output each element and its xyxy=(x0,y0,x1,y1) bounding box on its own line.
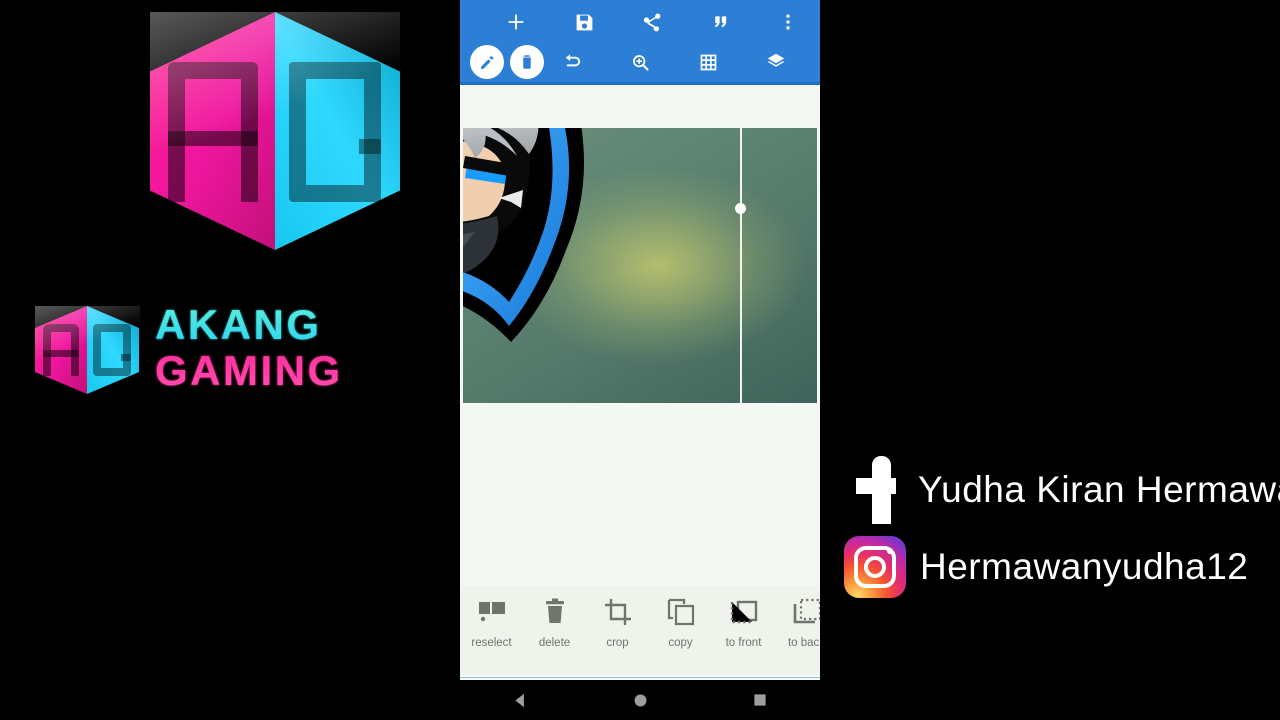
undo-button[interactable] xyxy=(538,41,606,83)
crop-icon xyxy=(604,593,632,631)
ag-hexagon-logo xyxy=(150,12,400,250)
action-to-back[interactable]: to back xyxy=(775,593,820,649)
save-button[interactable] xyxy=(550,2,618,42)
trash-icon xyxy=(543,593,567,631)
selection-handle-top[interactable] xyxy=(735,203,746,214)
nav-recents[interactable] xyxy=(743,683,777,717)
action-label: to back xyxy=(787,637,820,649)
grid-button[interactable] xyxy=(674,41,742,83)
reselect-icon xyxy=(478,593,506,631)
facebook-handle-row: Yudha Kiran Hermawan xyxy=(852,456,1280,524)
edit-button[interactable] xyxy=(468,41,506,83)
action-label: to front xyxy=(725,637,762,649)
object-action-bar: reselect delete crop copy to front to ba… xyxy=(460,585,820,675)
zoom-button[interactable] xyxy=(606,41,674,83)
to-front-icon xyxy=(730,593,758,631)
instagram-handle-row: Hermawanyudha12 xyxy=(844,536,1248,598)
nav-back[interactable] xyxy=(503,683,537,717)
layers-button[interactable] xyxy=(742,41,810,83)
action-label: copy xyxy=(668,637,693,649)
android-navigation-bar xyxy=(460,680,820,720)
phone-screen: reselect delete crop copy to front to ba… xyxy=(460,0,820,680)
instagram-handle-label: Hermawanyudha12 xyxy=(920,546,1249,587)
wordmark-line-akang: AKANG xyxy=(155,302,343,348)
facebook-handle-label: Yudha Kiran Hermawan xyxy=(918,469,1280,510)
quote-button[interactable] xyxy=(686,2,754,42)
branding-panel: AKANG GAMING xyxy=(0,0,460,720)
action-crop[interactable]: crop xyxy=(586,593,649,649)
overflow-menu-button[interactable] xyxy=(754,2,820,42)
share-button[interactable] xyxy=(618,2,686,42)
artboard[interactable] xyxy=(463,128,817,403)
action-label: delete xyxy=(538,637,571,649)
action-label: reselect xyxy=(471,637,512,649)
wordmark-hexagon-icon xyxy=(35,306,140,394)
brand-wordmark: AKANG GAMING xyxy=(35,300,425,400)
action-delete[interactable]: delete xyxy=(523,593,586,649)
logo-letter-g xyxy=(275,12,400,250)
action-label: crop xyxy=(606,637,629,649)
mascot-artwork xyxy=(463,128,584,342)
logo-letter-a xyxy=(150,12,275,250)
screenshot-root: AKANG GAMING Yudha Kiran Hermawan Hermaw… xyxy=(0,0,1280,720)
nav-home[interactable] xyxy=(623,683,657,717)
add-button[interactable] xyxy=(482,2,550,42)
app-toolbar xyxy=(460,0,820,85)
action-copy[interactable]: copy xyxy=(649,593,712,649)
facebook-icon xyxy=(852,456,904,524)
to-back-icon xyxy=(793,593,820,631)
copy-icon xyxy=(667,593,695,631)
toolbar-primary-row xyxy=(460,2,820,42)
canvas-workspace[interactable]: reselect delete crop copy to front to ba… xyxy=(460,85,820,680)
action-to-front[interactable]: to front xyxy=(712,593,775,649)
selection-line-vertical xyxy=(740,128,742,403)
instagram-icon xyxy=(844,536,906,598)
pencil-icon xyxy=(470,45,504,79)
toolbar-secondary-row xyxy=(460,42,820,82)
social-handles-panel: Yudha Kiran Hermawan Hermawanyudha12 xyxy=(830,440,1280,620)
wordmark-line-gaming: GAMING xyxy=(155,347,343,394)
action-reselect[interactable]: reselect xyxy=(460,593,523,649)
